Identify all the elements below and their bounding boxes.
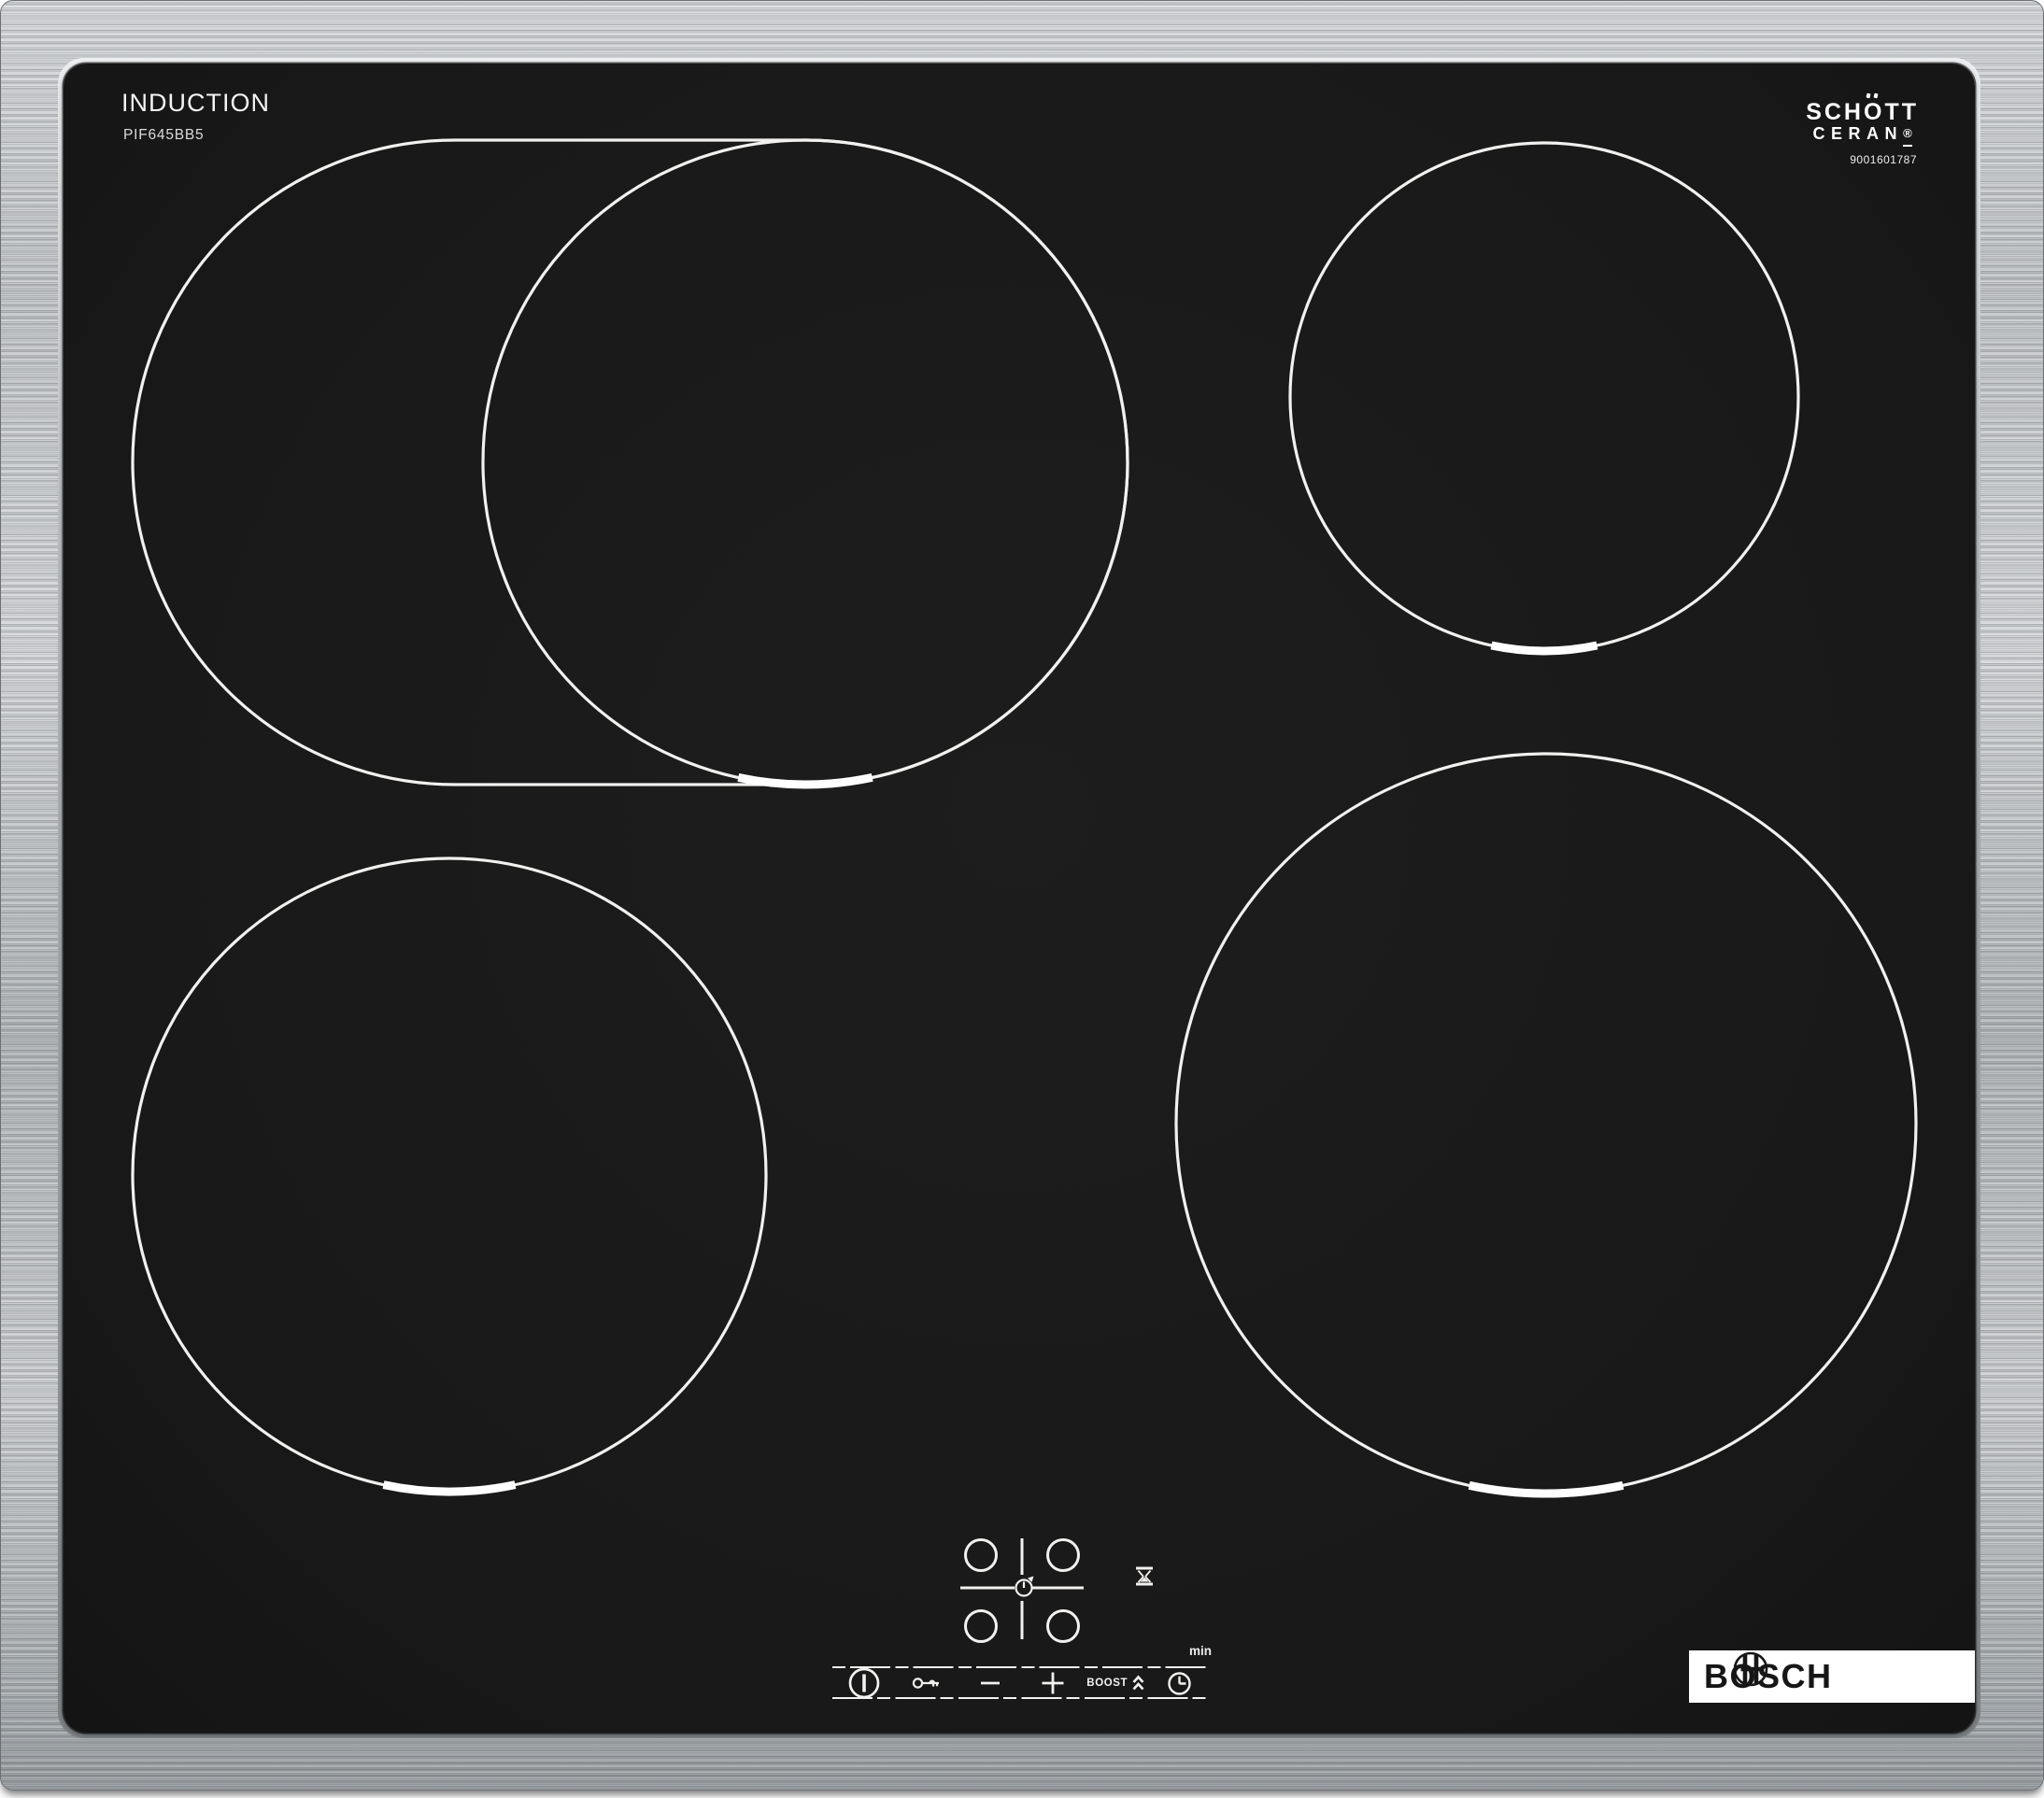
hourglass-icon [1136,1568,1153,1584]
timer-button[interactable] [1148,1664,1212,1703]
induction-hob: INDUCTION PIF645BB5 SCHOTT CERAN® 900160… [0,0,2044,1791]
minus-icon [980,1680,1001,1686]
zone-select-back-left[interactable] [966,1540,997,1571]
induction-type-label: INDUCTION [121,89,270,118]
power-button[interactable] [832,1664,896,1703]
boost-button[interactable]: BOOST [1085,1664,1148,1703]
timer-center-icon [1016,1577,1034,1596]
bosch-logo-band: BOSCH [1689,1650,1975,1703]
model-number-label: PIF645BB5 [123,127,204,144]
zone-select-front-left[interactable] [966,1611,997,1642]
cooking-zone-back-left-circle [483,140,1128,785]
minus-button[interactable] [958,1664,1022,1703]
cooking-zone-front-left [133,858,766,1492]
plus-button[interactable] [1022,1664,1086,1703]
schott-ceran-logo: SCHOTT CERAN® 9001601787 [1806,101,1919,166]
boost-label: BOOST [1086,1678,1128,1689]
zone-select-front-right[interactable] [1048,1611,1079,1642]
schott-wordmark: SCHOTT [1806,101,1919,123]
touch-key-row: BOOST [832,1664,1211,1703]
boost-chevrons-icon [1131,1674,1145,1692]
registered-mark: ® [1903,123,1912,147]
min-label: min [1189,1644,1212,1658]
zone-select-back-right[interactable] [1048,1540,1079,1571]
pan-marker-front-right [1469,1485,1624,1494]
plus-icon [1041,1671,1065,1695]
ceran-wordmark: CERAN® [1806,123,1919,147]
serial-number: 9001601787 [1806,153,1919,166]
pan-marker-back-right [1492,645,1597,651]
power-icon [847,1666,881,1700]
pan-marker-front-left [384,1485,516,1492]
cooking-zone-back-right [1290,143,1798,651]
clock-icon [1167,1671,1192,1696]
cooking-zone-back-left-oval [133,140,1128,785]
bosch-emblem-icon [1732,1650,1769,1688]
cooking-zone-front-right [1176,754,1916,1494]
zone-selector [960,1538,1084,1642]
child-lock-button[interactable] [896,1664,959,1703]
zone-markings [0,0,2044,1798]
key-icon [912,1676,942,1691]
pan-marker-back-left [738,777,872,785]
